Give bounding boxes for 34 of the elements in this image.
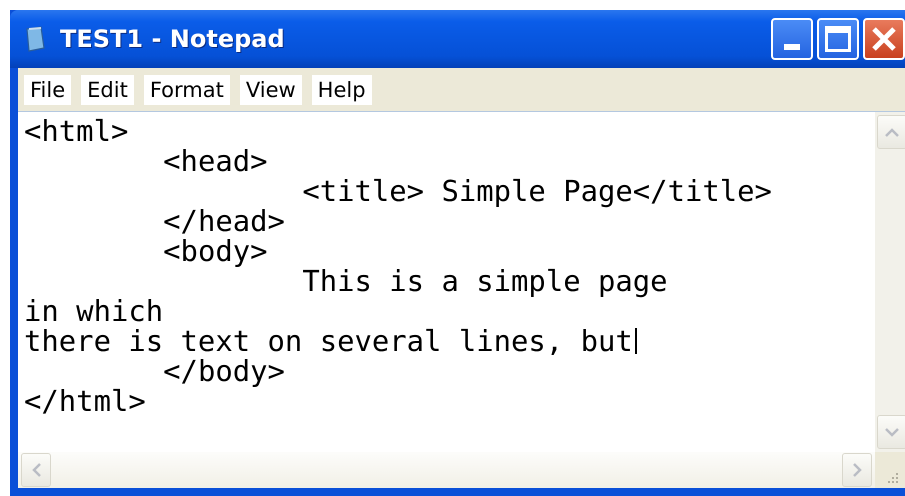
scroll-up-button[interactable]	[877, 115, 905, 149]
text-line: <title> Simple Page</title>	[301, 176, 772, 206]
window-title: TEST1 - Notepad	[60, 25, 286, 53]
maximize-button[interactable]	[817, 18, 859, 60]
text-line: </html>	[24, 386, 146, 416]
menu-item[interactable]: File	[24, 74, 72, 104]
close-icon	[871, 26, 897, 52]
text-line: </head>	[162, 206, 285, 236]
menu-item[interactable]: Format	[144, 74, 230, 104]
chevron-up-icon	[885, 128, 899, 136]
text-line: </body>	[162, 356, 285, 386]
minimize-button[interactable]	[771, 18, 813, 60]
size-grip-icon[interactable]	[885, 470, 899, 484]
menu-item[interactable]: Help	[312, 74, 372, 104]
vertical-scrollbar[interactable]	[875, 112, 905, 452]
menu-item[interactable]: View	[240, 74, 302, 104]
text-line: This is a simple page	[301, 266, 668, 296]
minimize-icon	[784, 44, 800, 50]
menu-item[interactable]: Edit	[81, 74, 134, 104]
text-line: there is text on several lines, but	[24, 326, 633, 356]
close-button[interactable]	[863, 18, 905, 60]
chevron-down-icon	[885, 428, 899, 436]
horizontal-scrollbar[interactable]	[18, 452, 875, 488]
text-line: <html>	[24, 116, 128, 146]
text-line: in which	[24, 296, 164, 326]
text-line: <body>	[162, 236, 268, 266]
chevron-right-icon	[852, 463, 862, 477]
text-line: <head>	[162, 146, 268, 176]
chevron-left-icon	[32, 463, 40, 477]
scroll-right-button[interactable]	[842, 453, 872, 487]
maximize-icon	[825, 26, 851, 52]
scroll-left-button[interactable]	[21, 453, 51, 487]
scroll-down-button[interactable]	[877, 415, 905, 449]
notepad-icon	[24, 26, 46, 52]
